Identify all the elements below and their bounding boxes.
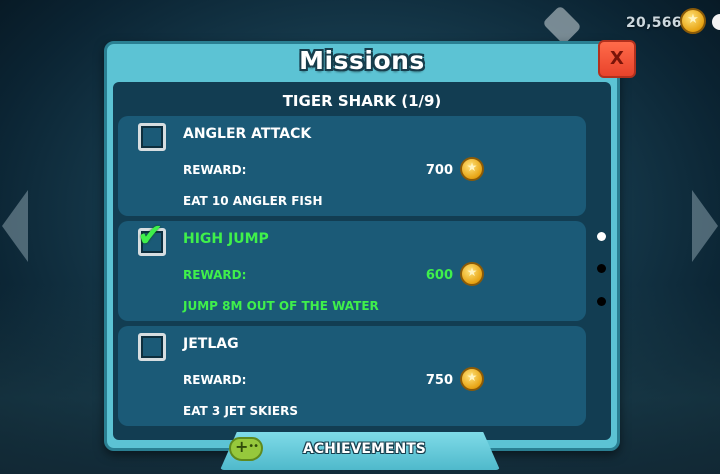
reward-label: REWARD: <box>183 268 247 282</box>
shark-progress-title: TIGER SHARK (1/9) <box>282 92 442 110</box>
gamepad-icon <box>229 437 263 461</box>
mission-card: ANGLER ATTACK REWARD: 700 EAT 10 ANGLER … <box>118 116 586 216</box>
achievements-label: ACHIEVEMENTS <box>303 441 426 457</box>
coin-icon <box>460 262 484 286</box>
coin-icon <box>460 367 484 391</box>
reward-value: 600 <box>425 268 453 283</box>
mission-description: EAT 3 JET SKIERS <box>183 404 298 418</box>
mission-card: JETLAG REWARD: 750 EAT 3 JET SKIERS <box>118 326 586 426</box>
reward-label: REWARD: <box>183 163 247 177</box>
reward-label: REWARD: <box>183 373 247 387</box>
mission-description: EAT 10 ANGLER FISH <box>183 194 323 208</box>
mission-name: JETLAG <box>183 336 239 352</box>
mission-card: ✔ HIGH JUMP REWARD: 600 JUMP 8M OUT OF T… <box>118 219 586 321</box>
shop-icon[interactable] <box>542 5 582 45</box>
add-coins-icon[interactable] <box>712 14 720 30</box>
reward-value: 700 <box>425 163 453 178</box>
previous-arrow-icon[interactable] <box>2 190 28 262</box>
coin-icon <box>680 8 706 34</box>
reward-value: 750 <box>425 373 453 388</box>
page-dot[interactable] <box>597 264 606 273</box>
mission-checkbox <box>138 333 166 361</box>
close-button[interactable]: X <box>598 40 636 78</box>
page-dot-active[interactable] <box>597 232 606 241</box>
mission-name: HIGH JUMP <box>183 231 269 247</box>
coin-icon <box>460 157 484 181</box>
mission-description: JUMP 8M OUT OF THE WATER <box>183 299 379 313</box>
mission-checkbox <box>138 123 166 151</box>
next-arrow-icon[interactable] <box>692 190 718 262</box>
mission-checkbox: ✔ <box>137 219 166 256</box>
checkmark-icon: ✔ <box>137 216 164 254</box>
panel-title: Missions <box>299 46 425 75</box>
mission-name: ANGLER ATTACK <box>183 126 312 142</box>
coin-balance: 20,566 <box>626 15 682 31</box>
page-dot[interactable] <box>597 297 606 306</box>
